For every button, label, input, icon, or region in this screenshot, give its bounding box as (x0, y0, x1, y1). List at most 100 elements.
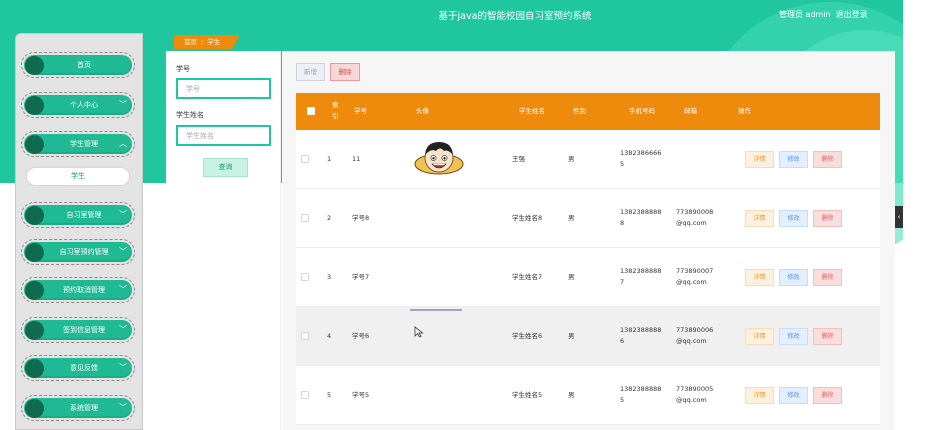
row-checkbox[interactable] (301, 214, 309, 222)
edit-button[interactable]: 修改 (779, 328, 808, 345)
detail-button[interactable]: 详情 (745, 387, 774, 404)
collapse-tab[interactable]: ‹ (895, 206, 903, 228)
table-row: 1 11 王强男 1382386666 5 详情 修改 删除 (296, 130, 880, 189)
breadcrumb: 首页: 学生 (174, 35, 240, 49)
header-index: 索引 (332, 101, 339, 120)
chevron-down-icon: ﹀ (119, 285, 127, 294)
student-no-input[interactable] (176, 78, 271, 99)
row-checkbox[interactable] (301, 391, 309, 399)
detail-button[interactable]: 详情 (745, 151, 774, 168)
cell-phone-line1: 1382388888 (620, 326, 662, 334)
avatar-image-strip (410, 309, 462, 311)
table-row: 2 学号8 学生姓名8 男 1382388888 8 773890008 @qq.com 详情修… (296, 189, 880, 248)
table-row: 5 学号5 学生姓名5 男 1382388888 5 773890005 @qq.com 详情修… (296, 366, 880, 425)
row-delete-button[interactable]: 删除 (813, 328, 842, 345)
cell-phone: 1382386666 5 (620, 130, 661, 189)
edit-button[interactable]: 修改 (779, 151, 808, 168)
student-table: 索引 学号 头像 学生姓名 性别 手机号码 邮箱 操作 1 11 王强男 138238… (296, 93, 880, 425)
cell-phone-line1: 1382388888 (620, 385, 662, 393)
sidebar-item-label: 首页 (77, 61, 91, 69)
row-delete-button[interactable]: 删除 (813, 269, 842, 286)
sidebar-item-pill: 预约取消管理 ﹀ (24, 280, 132, 300)
cell-gender: 男 (568, 273, 575, 281)
sidebar: 学生 首页 个人中心 ﹀ 学生管理 ︿ 自习室管理 ﹀ 自习室预约管理 ﹀ 预约取消管理 ﹀ 签到信息… (15, 33, 143, 430)
cell-phone-line1: 1382388888 (620, 208, 662, 216)
cell-phone-line2: 6 (620, 337, 625, 345)
cell-student-name: 学生姓名7 (512, 273, 543, 281)
cell-email-line1: 773890007 (676, 267, 714, 275)
circle-icon (25, 359, 44, 378)
header-email: 邮箱 (684, 107, 697, 115)
chevron-left-icon: ‹ (897, 213, 901, 221)
cell-index: 3 (327, 273, 332, 281)
sidebar-item[interactable]: 个人中心 ﹀ (21, 92, 135, 118)
edit-button[interactable]: 修改 (779, 210, 808, 227)
cell-phone-line1: 1382388888 (620, 267, 662, 275)
sidebar-item-pill: 自习室预约管理 ﹀ (24, 242, 132, 262)
row-delete-button[interactable]: 删除 (813, 151, 842, 168)
student-name-label: 学生姓名 (176, 111, 204, 119)
cell-index: 4 (327, 332, 332, 340)
sidebar-item[interactable]: 系统管理 ﹀ (21, 395, 135, 421)
chevron-down-icon: ﹀ (119, 403, 127, 412)
sidebar-item-label: 学生管理 (70, 140, 98, 148)
row-checkbox[interactable] (301, 155, 309, 163)
cell-phone: 1382388888 6 (620, 307, 661, 366)
student-name-input[interactable] (176, 125, 271, 146)
cell-email-line2: @qq.com (676, 337, 707, 345)
row-checkbox[interactable] (301, 332, 309, 340)
sidebar-item-label: 意见反馈 (70, 364, 98, 372)
sidebar-item[interactable]: 自习室管理 ﹀ (21, 202, 135, 228)
cell-student-name: 学生姓名8 (512, 214, 543, 222)
cell-phone-line2: 5 (620, 396, 625, 404)
cell-phone-line2: 7 (620, 278, 625, 286)
cell-student-name: 学生姓名6 (512, 332, 543, 340)
sidebar-item[interactable]: 意见反馈 ﹀ (21, 355, 135, 381)
user-role: 管理员 admin (779, 10, 831, 19)
row-checkbox[interactable] (301, 273, 309, 281)
cell-phone: 1382388888 5 (620, 366, 661, 425)
detail-button[interactable]: 详情 (745, 269, 774, 286)
breadcrumb-home[interactable]: 首页 (184, 38, 197, 46)
detail-button[interactable]: 详情 (745, 210, 774, 227)
edit-button[interactable]: 修改 (779, 269, 808, 286)
delete-button[interactable]: 删除 (330, 63, 360, 81)
table-header: 索引 学号 头像 学生姓名 性别 手机号码 邮箱 操作 (296, 93, 880, 130)
header-user-area: 管理员 admin 退出登录 (779, 9, 873, 20)
main-content: 新增 删除 索引 学号 头像 学生姓名 性别 手机号码 邮箱 操作 1 11 王强男… (282, 51, 895, 430)
add-button[interactable]: 新增 (296, 63, 325, 81)
cell-student-no: 11 (352, 155, 361, 163)
sidebar-item-pill: 自习室管理 ﹀ (24, 205, 132, 225)
logout-link[interactable]: 退出登录 (836, 10, 868, 19)
cell-phone: 1382388888 7 (620, 248, 661, 307)
sidebar-subitem-student[interactable]: 学生 (26, 167, 130, 186)
cartoon-avatar-icon (414, 142, 464, 175)
cell-student-no: 学号6 (352, 332, 370, 340)
cell-email-line1: 773890008 (676, 208, 714, 216)
sidebar-item[interactable]: 首页 (21, 52, 135, 78)
sidebar-item-label: 签到信息管理 (63, 326, 105, 334)
sidebar-item[interactable]: 预约取消管理 ﹀ (21, 277, 135, 303)
cell-email-line2: @qq.com (676, 396, 707, 404)
cell-student-no: 学号8 (352, 214, 370, 222)
circle-icon (25, 321, 44, 340)
sidebar-item-pill: 签到信息管理 ﹀ (24, 320, 132, 340)
edit-button[interactable]: 修改 (779, 387, 808, 404)
detail-button[interactable]: 详情 (745, 328, 774, 345)
table-row: 4 学号6 学生姓名6 男 1382388888 6 773890006 @qq.com 详情修… (296, 307, 880, 366)
cell-gender: 男 (568, 214, 575, 222)
student-no-label: 学号 (176, 65, 190, 73)
row-delete-button[interactable]: 删除 (813, 210, 842, 227)
sidebar-item[interactable]: 自习室预约管理 ﹀ (21, 239, 135, 265)
sidebar-item-label: 自习室管理 (66, 211, 102, 219)
sidebar-item[interactable]: 学生管理 ︿ (21, 131, 135, 157)
sidebar-item-pill: 首页 (24, 55, 132, 75)
sidebar-item-pill: 意见反馈 ﹀ (24, 358, 132, 378)
chevron-down-icon: ﹀ (119, 363, 127, 372)
cell-email: 773890006 @qq.com (676, 307, 713, 366)
sidebar-item[interactable]: 签到信息管理 ﹀ (21, 317, 135, 343)
row-delete-button[interactable]: 删除 (813, 387, 842, 404)
sidebar-item-label: 自习室预约管理 (59, 248, 109, 256)
select-all-checkbox[interactable] (307, 107, 315, 115)
query-button[interactable]: 查询 (203, 158, 248, 177)
